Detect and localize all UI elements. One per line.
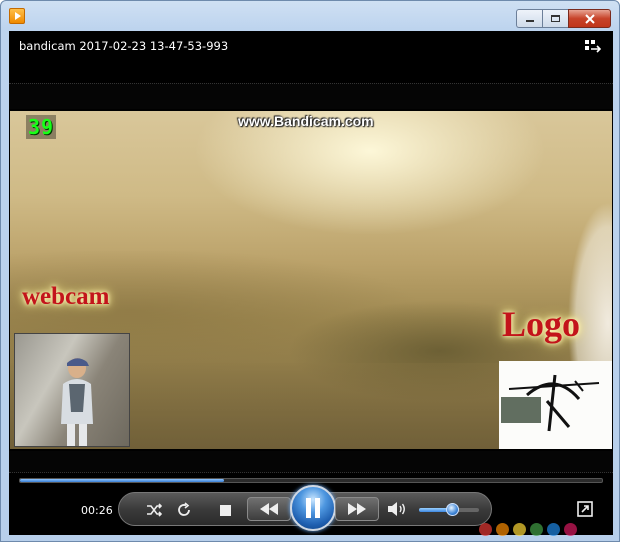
webcam-overlay — [14, 333, 130, 447]
seek-progress — [20, 479, 224, 482]
bandicam-watermark: www.Bandicam.com — [238, 113, 374, 129]
logo-overlay — [499, 361, 612, 449]
switch-to-library-icon[interactable] — [585, 40, 601, 54]
fps-counter: 39 — [26, 115, 57, 139]
dot — [479, 523, 492, 536]
fast-forward-icon — [348, 503, 366, 515]
webcam-person-image — [61, 358, 93, 446]
dot — [496, 523, 509, 536]
caption-buttons — [516, 9, 611, 28]
media-player-app-icon[interactable] — [9, 8, 25, 24]
volume-thumb[interactable] — [446, 503, 459, 516]
maximize-button[interactable] — [542, 9, 568, 28]
minimize-icon — [525, 20, 534, 22]
repeat-icon — [178, 502, 190, 516]
stop-button[interactable] — [216, 501, 234, 519]
letterbox-bottom — [9, 451, 613, 473]
stop-icon — [219, 504, 231, 516]
next-button[interactable] — [335, 497, 379, 521]
repeat-button[interactable] — [175, 501, 193, 519]
letterbox-top — [9, 83, 613, 109]
switch-to-fullscreen-button[interactable] — [577, 501, 593, 517]
pause-icon — [306, 498, 320, 518]
file-title: bandicam 2017-02-23 13-47-53-993 — [19, 39, 229, 53]
logo-label: Logo — [502, 304, 581, 344]
current-time: 00:26 — [81, 504, 113, 517]
minimize-button[interactable] — [516, 9, 542, 28]
logo-emblem-image — [501, 374, 600, 432]
shuffle-icon — [147, 503, 162, 517]
dot — [513, 523, 526, 536]
close-button[interactable] — [568, 9, 611, 28]
volume-slider[interactable] — [419, 503, 479, 516]
maximize-icon — [551, 15, 560, 22]
dot — [547, 523, 560, 536]
webcam-label: webcam — [22, 283, 110, 310]
video-frame[interactable]: 39 www.Bandicam.com webcam Logo — [10, 111, 612, 449]
rewind-icon — [260, 503, 278, 515]
player-client-area: bandicam 2017-02-23 13-47-53-993 39 www.… — [9, 31, 613, 536]
decorative-dots — [479, 523, 577, 536]
fullscreen-icon — [577, 501, 593, 517]
close-icon — [584, 13, 595, 24]
now-playing-bar: bandicam 2017-02-23 13-47-53-993 — [9, 31, 613, 63]
dot — [564, 523, 577, 536]
shuffle-button[interactable] — [145, 501, 163, 519]
dot — [530, 523, 543, 536]
speaker-icon — [388, 502, 405, 516]
playback-controls: 00:26 — [9, 473, 613, 536]
previous-button[interactable] — [247, 497, 291, 521]
mute-button[interactable] — [386, 500, 408, 518]
pause-button[interactable] — [290, 485, 336, 531]
title-bar[interactable] — [1, 1, 619, 31]
media-player-window: bandicam 2017-02-23 13-47-53-993 39 www.… — [0, 0, 620, 542]
seek-bar[interactable] — [19, 478, 603, 483]
